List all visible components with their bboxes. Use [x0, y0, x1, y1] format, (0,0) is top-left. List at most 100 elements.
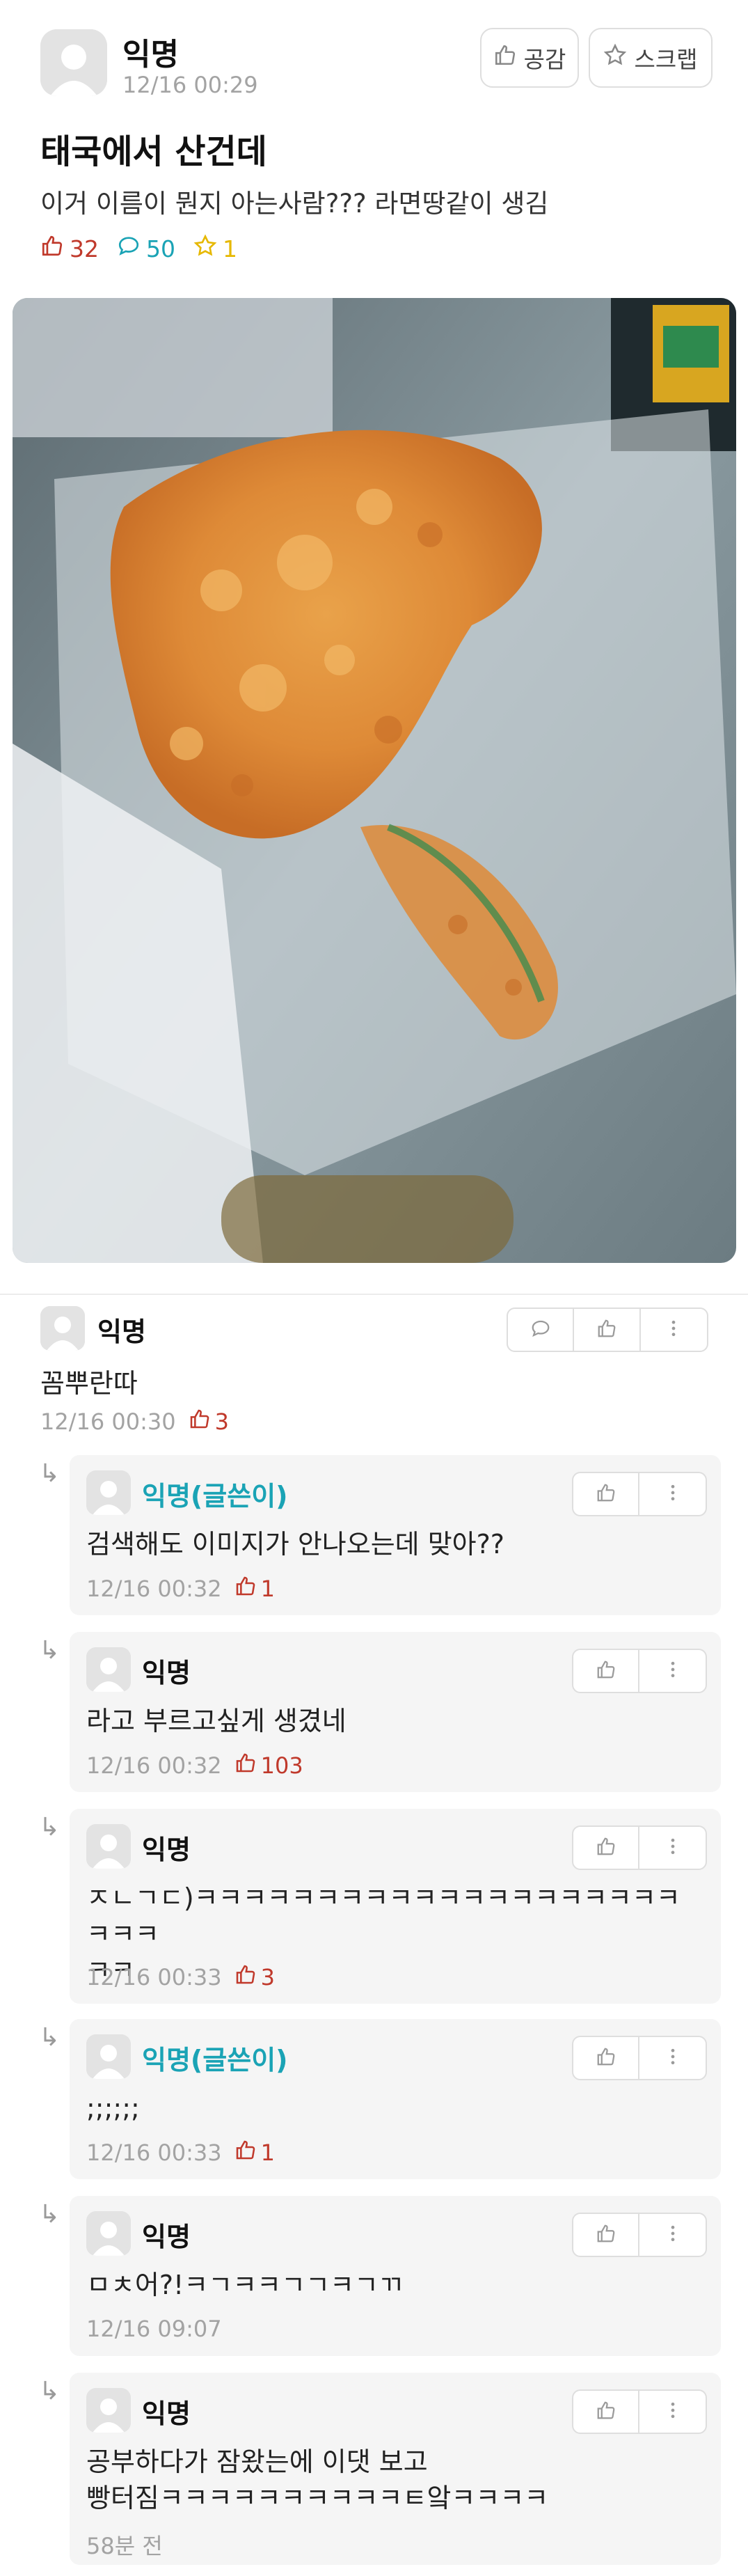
reply-like-button[interactable]: [573, 1650, 640, 1692]
reply-like-button[interactable]: [573, 1473, 640, 1515]
more-vertical-icon: [662, 2223, 683, 2247]
thumbs-up-icon: [234, 1963, 257, 1991]
reply-author-name: 익명: [142, 2398, 191, 2429]
reply-item: 익명 ㅈㄴㄱㄷ)ㅋㅋㅋㅋㅋㅋㅋㅋㅋㅋㅋㅋㅋㅋㅋㅋㅋㅋㅋㅋㅋㅋㅋ ㅋㅋ 12/16 0…: [70, 1809, 721, 2004]
thumbs-up-icon: [596, 2400, 616, 2424]
comment-count-stat: 50: [117, 234, 175, 263]
thumbs-up-icon: [40, 234, 64, 263]
thumbs-up-icon: [596, 1836, 616, 1860]
reply-item: 익명(글쓴이);;;;;; 12/16 00:33 1: [70, 2019, 721, 2179]
thumbs-up-icon: [234, 1575, 257, 1603]
more-vertical-icon: [662, 1836, 683, 1860]
reply-more-button[interactable]: [639, 2037, 706, 2079]
reply-item: 익명(글쓴이) 검색해도 이미지가 안나오는데 맞아?? 12/16 00:32 1: [70, 1455, 721, 1615]
reply-timestamp: 12/16 00:33: [86, 1964, 222, 1990]
reply-text: ㅁㅊ어?!ㅋㄱㅋㅋㄱㄱㅋㄱㄲ: [86, 2270, 403, 2300]
like-count: 32: [70, 235, 99, 262]
comment-count: 50: [146, 235, 175, 262]
scrap-button[interactable]: 스크랩: [589, 28, 713, 88]
reply-like-button[interactable]: [573, 2037, 640, 2079]
reply-more-button[interactable]: [639, 1650, 706, 1692]
speech-bubble-icon: [530, 1318, 551, 1342]
reply-author-name: 익명(글쓴이): [142, 1481, 288, 1511]
comment-timestamp: 12/16 00:30: [40, 1408, 176, 1435]
thumbs-up-icon: [596, 1482, 616, 1506]
reply-arrow-icon: ↳: [39, 2023, 61, 2052]
thumbs-up-icon: [596, 2223, 616, 2247]
reply-like-button[interactable]: [573, 1827, 640, 1869]
reply-actions: [572, 2213, 707, 2257]
reply-text: ;;;;;;: [86, 2093, 140, 2123]
thumbs-up-icon: [596, 2046, 616, 2070]
thumbs-up-icon: [596, 1659, 616, 1683]
comment-text: 꼼뿌란따: [40, 1368, 138, 1399]
speech-bubble-icon: [117, 234, 141, 263]
more-vertical-icon: [662, 1659, 683, 1683]
reply-arrow-icon: ↳: [39, 2377, 61, 2405]
reply-timestamp: 12/16 00:32: [86, 1576, 222, 1602]
reply-item: 익명공부하다가 잠왔는에 이댓 보고 빵터짐ㅋㅋㅋㅋㅋㅋㅋㅋㅋㅋㅌ앜ㅋㅋㅋㅋ 58…: [70, 2373, 721, 2565]
reply-author-avatar: [86, 2388, 131, 2433]
reply-author-name: 익명(글쓴이): [142, 2045, 288, 2075]
reply-more-button[interactable]: [639, 2214, 706, 2256]
reply-button[interactable]: [508, 1309, 575, 1351]
post-title: 태국에서 산건데: [40, 132, 267, 171]
reply-arrow-icon: ↳: [39, 1636, 61, 1665]
reply-text: 라고 부르고싶게 생겼네: [86, 1706, 347, 1736]
reply-like-value: 1: [260, 2139, 275, 2166]
more-vertical-icon: [662, 1482, 683, 1506]
comment-actions: [507, 1307, 708, 1352]
comment-more-button[interactable]: [641, 1309, 707, 1351]
reply-actions: [572, 1472, 707, 1516]
reply-like-count: 103: [234, 1752, 303, 1780]
post-photo[interactable]: [13, 298, 736, 1263]
reply-text: 검색해도 이미지가 안나오는데 맞아??: [86, 1529, 504, 1560]
more-vertical-icon: [663, 1318, 684, 1342]
reply-more-button[interactable]: [639, 1827, 706, 1869]
reply-meta: 12/16 00:32 1: [86, 1575, 275, 1603]
reply-author-name: 익명: [142, 2222, 191, 2252]
reply-like-value: 3: [260, 1964, 275, 1990]
reply-text: 공부하다가 잠왔는에 이댓 보고 빵터짐ㅋㅋㅋㅋㅋㅋㅋㅋㅋㅋㅌ앜ㅋㅋㅋㅋ: [86, 2447, 549, 2513]
thumbs-up-icon: [189, 1408, 211, 1436]
reply-author-avatar: [86, 1824, 131, 1869]
scrap-count: 1: [223, 235, 237, 262]
reply-timestamp: 12/16 00:33: [86, 2139, 222, 2166]
reply-author-avatar: [86, 1647, 131, 1692]
reply-meta: 58분 전: [86, 2529, 163, 2561]
more-vertical-icon: [662, 2400, 683, 2424]
post-stats: 32 50 1: [40, 234, 255, 263]
reply-actions: [572, 1825, 707, 1870]
reply-meta: 12/16 09:07: [86, 2316, 222, 2342]
post-body: 이거 이름이 뭔지 아는사람??? 라면땅같이 생김: [40, 189, 549, 219]
comment-author-name: 익명: [97, 1317, 146, 1347]
reply-arrow-icon: ↳: [39, 1459, 61, 1488]
reply-timestamp: 58분 전: [86, 2533, 163, 2559]
reply-actions: [572, 2036, 707, 2080]
comment-like-count: 3: [189, 1408, 229, 1436]
reply-meta: 12/16 00:33 3: [86, 1963, 275, 1991]
scrap-count-stat: 1: [193, 234, 237, 263]
reply-like-count: 3: [234, 1963, 275, 1991]
reply-more-button[interactable]: [639, 2391, 706, 2433]
reply-more-button[interactable]: [639, 1473, 706, 1515]
reply-like-button[interactable]: [573, 2391, 640, 2433]
reply-actions: [572, 1649, 707, 1693]
star-icon: [603, 43, 627, 72]
scrap-button-label: 스크랩: [634, 46, 698, 73]
reply-like-button[interactable]: [573, 2214, 640, 2256]
reply-like-count: 1: [234, 2139, 275, 2167]
reply-timestamp: 12/16 00:32: [86, 1752, 222, 1779]
like-button-label: 공감: [523, 46, 566, 73]
reply-item: 익명 ㅁㅊ어?!ㅋㄱㅋㅋㄱㄱㅋㄱㄲ 12/16 09:07: [70, 2196, 721, 2356]
post-timestamp: 12/16 00:29: [122, 72, 258, 98]
star-icon: [193, 234, 217, 263]
reply-like-count: 1: [234, 1575, 275, 1603]
reply-arrow-icon: ↳: [39, 2200, 61, 2229]
reply-like-value: 103: [260, 1752, 303, 1779]
reply-item: 익명 라고 부르고싶게 생겼네 12/16 00:32 103: [70, 1632, 721, 1792]
reply-meta: 12/16 00:32 103: [86, 1752, 303, 1780]
comment-like-button[interactable]: [574, 1309, 641, 1351]
like-button[interactable]: 공감: [480, 28, 579, 88]
thumbs-up-icon: [493, 43, 517, 72]
